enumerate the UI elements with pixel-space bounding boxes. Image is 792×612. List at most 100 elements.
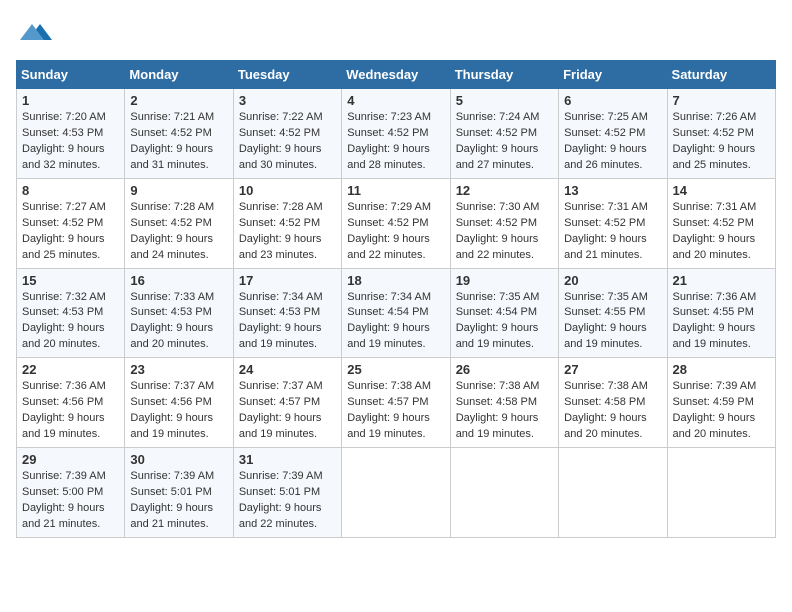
day-number: 26 <box>456 362 553 377</box>
day-cell-25: 25 Sunrise: 7:38 AM Sunset: 4:57 PM Dayli… <box>342 358 450 448</box>
day-cell-31: 31 Sunrise: 7:39 AM Sunset: 5:01 PM Dayli… <box>233 448 341 538</box>
day-number: 19 <box>456 273 553 288</box>
day-info: Sunrise: 7:39 AM Sunset: 5:01 PM Dayligh… <box>130 470 214 530</box>
empty-cell <box>667 448 775 538</box>
week-row-5: 29 Sunrise: 7:39 AM Sunset: 5:00 PM Dayli… <box>17 448 776 538</box>
empty-cell <box>342 448 450 538</box>
page-header <box>16 16 776 48</box>
day-info: Sunrise: 7:36 AM Sunset: 4:55 PM Dayligh… <box>673 291 757 351</box>
day-info: Sunrise: 7:29 AM Sunset: 4:52 PM Dayligh… <box>347 201 431 261</box>
day-info: Sunrise: 7:24 AM Sunset: 4:52 PM Dayligh… <box>456 111 540 171</box>
day-cell-19: 19 Sunrise: 7:35 AM Sunset: 4:54 PM Dayli… <box>450 268 558 358</box>
day-number: 3 <box>239 93 336 108</box>
calendar-header-row: SundayMondayTuesdayWednesdayThursdayFrid… <box>17 61 776 89</box>
col-header-sunday: Sunday <box>17 61 125 89</box>
day-number: 5 <box>456 93 553 108</box>
day-number: 12 <box>456 183 553 198</box>
day-info: Sunrise: 7:28 AM Sunset: 4:52 PM Dayligh… <box>239 201 323 261</box>
day-number: 13 <box>564 183 661 198</box>
day-info: Sunrise: 7:30 AM Sunset: 4:52 PM Dayligh… <box>456 201 540 261</box>
day-cell-26: 26 Sunrise: 7:38 AM Sunset: 4:58 PM Dayli… <box>450 358 558 448</box>
day-cell-13: 13 Sunrise: 7:31 AM Sunset: 4:52 PM Dayli… <box>559 178 667 268</box>
col-header-friday: Friday <box>559 61 667 89</box>
day-number: 24 <box>239 362 336 377</box>
day-number: 16 <box>130 273 227 288</box>
day-number: 31 <box>239 452 336 467</box>
col-header-thursday: Thursday <box>450 61 558 89</box>
day-info: Sunrise: 7:22 AM Sunset: 4:52 PM Dayligh… <box>239 111 323 171</box>
day-cell-12: 12 Sunrise: 7:30 AM Sunset: 4:52 PM Dayli… <box>450 178 558 268</box>
day-cell-20: 20 Sunrise: 7:35 AM Sunset: 4:55 PM Dayli… <box>559 268 667 358</box>
day-info: Sunrise: 7:32 AM Sunset: 4:53 PM Dayligh… <box>22 291 106 351</box>
day-info: Sunrise: 7:31 AM Sunset: 4:52 PM Dayligh… <box>673 201 757 261</box>
day-cell-1: 1 Sunrise: 7:20 AM Sunset: 4:53 PM Daylig… <box>17 89 125 179</box>
day-cell-5: 5 Sunrise: 7:24 AM Sunset: 4:52 PM Daylig… <box>450 89 558 179</box>
day-info: Sunrise: 7:38 AM Sunset: 4:58 PM Dayligh… <box>564 380 648 440</box>
day-cell-2: 2 Sunrise: 7:21 AM Sunset: 4:52 PM Daylig… <box>125 89 233 179</box>
day-cell-14: 14 Sunrise: 7:31 AM Sunset: 4:52 PM Dayli… <box>667 178 775 268</box>
day-cell-24: 24 Sunrise: 7:37 AM Sunset: 4:57 PM Dayli… <box>233 358 341 448</box>
day-cell-29: 29 Sunrise: 7:39 AM Sunset: 5:00 PM Dayli… <box>17 448 125 538</box>
day-number: 22 <box>22 362 119 377</box>
logo <box>16 16 52 48</box>
day-number: 20 <box>564 273 661 288</box>
day-number: 23 <box>130 362 227 377</box>
day-info: Sunrise: 7:20 AM Sunset: 4:53 PM Dayligh… <box>22 111 106 171</box>
day-number: 28 <box>673 362 770 377</box>
day-info: Sunrise: 7:37 AM Sunset: 4:57 PM Dayligh… <box>239 380 323 440</box>
day-number: 18 <box>347 273 444 288</box>
day-info: Sunrise: 7:27 AM Sunset: 4:52 PM Dayligh… <box>22 201 106 261</box>
day-info: Sunrise: 7:38 AM Sunset: 4:58 PM Dayligh… <box>456 380 540 440</box>
day-number: 2 <box>130 93 227 108</box>
day-info: Sunrise: 7:21 AM Sunset: 4:52 PM Dayligh… <box>130 111 214 171</box>
day-info: Sunrise: 7:39 AM Sunset: 5:00 PM Dayligh… <box>22 470 106 530</box>
day-cell-6: 6Sunrise: 7:25 AM Sunset: 4:52 PM Daylig… <box>559 89 667 179</box>
logo-icon <box>20 16 52 48</box>
calendar-table: SundayMondayTuesdayWednesdayThursdayFrid… <box>16 60 776 538</box>
day-info: Sunrise: 7:38 AM Sunset: 4:57 PM Dayligh… <box>347 380 431 440</box>
week-row-4: 22 Sunrise: 7:36 AM Sunset: 4:56 PM Dayli… <box>17 358 776 448</box>
day-cell-28: 28Sunrise: 7:39 AM Sunset: 4:59 PM Dayli… <box>667 358 775 448</box>
day-cell-3: 3 Sunrise: 7:22 AM Sunset: 4:52 PM Daylig… <box>233 89 341 179</box>
day-cell-27: 27 Sunrise: 7:38 AM Sunset: 4:58 PM Dayli… <box>559 358 667 448</box>
week-row-1: 1 Sunrise: 7:20 AM Sunset: 4:53 PM Daylig… <box>17 89 776 179</box>
day-info: Sunrise: 7:33 AM Sunset: 4:53 PM Dayligh… <box>130 291 214 351</box>
day-info: Sunrise: 7:26 AM Sunset: 4:52 PM Dayligh… <box>673 111 757 171</box>
day-number: 14 <box>673 183 770 198</box>
col-header-monday: Monday <box>125 61 233 89</box>
day-number: 29 <box>22 452 119 467</box>
col-header-saturday: Saturday <box>667 61 775 89</box>
day-number: 27 <box>564 362 661 377</box>
day-info: Sunrise: 7:31 AM Sunset: 4:52 PM Dayligh… <box>564 201 648 261</box>
day-cell-15: 15 Sunrise: 7:32 AM Sunset: 4:53 PM Dayli… <box>17 268 125 358</box>
day-info: Sunrise: 7:37 AM Sunset: 4:56 PM Dayligh… <box>130 380 214 440</box>
day-info: Sunrise: 7:35 AM Sunset: 4:54 PM Dayligh… <box>456 291 540 351</box>
day-number: 25 <box>347 362 444 377</box>
day-cell-17: 17Sunrise: 7:34 AM Sunset: 4:53 PM Dayli… <box>233 268 341 358</box>
week-row-3: 15 Sunrise: 7:32 AM Sunset: 4:53 PM Dayli… <box>17 268 776 358</box>
day-cell-22: 22 Sunrise: 7:36 AM Sunset: 4:56 PM Dayli… <box>17 358 125 448</box>
day-info: Sunrise: 7:28 AM Sunset: 4:52 PM Dayligh… <box>130 201 214 261</box>
day-number: 8 <box>22 183 119 198</box>
day-cell-16: 16 Sunrise: 7:33 AM Sunset: 4:53 PM Dayli… <box>125 268 233 358</box>
day-number: 7 <box>673 93 770 108</box>
day-cell-11: 11 Sunrise: 7:29 AM Sunset: 4:52 PM Dayli… <box>342 178 450 268</box>
day-number: 1 <box>22 93 119 108</box>
day-info: Sunrise: 7:36 AM Sunset: 4:56 PM Dayligh… <box>22 380 106 440</box>
empty-cell <box>559 448 667 538</box>
day-number: 21 <box>673 273 770 288</box>
day-cell-7: 7 Sunrise: 7:26 AM Sunset: 4:52 PM Daylig… <box>667 89 775 179</box>
day-cell-23: 23 Sunrise: 7:37 AM Sunset: 4:56 PM Dayli… <box>125 358 233 448</box>
day-number: 15 <box>22 273 119 288</box>
day-cell-21: 21 Sunrise: 7:36 AM Sunset: 4:55 PM Dayli… <box>667 268 775 358</box>
day-cell-8: 8 Sunrise: 7:27 AM Sunset: 4:52 PM Daylig… <box>17 178 125 268</box>
col-header-tuesday: Tuesday <box>233 61 341 89</box>
week-row-2: 8 Sunrise: 7:27 AM Sunset: 4:52 PM Daylig… <box>17 178 776 268</box>
day-info: Sunrise: 7:23 AM Sunset: 4:52 PM Dayligh… <box>347 111 431 171</box>
day-cell-30: 30Sunrise: 7:39 AM Sunset: 5:01 PM Dayli… <box>125 448 233 538</box>
day-info: Sunrise: 7:39 AM Sunset: 5:01 PM Dayligh… <box>239 470 323 530</box>
day-cell-18: 18Sunrise: 7:34 AM Sunset: 4:54 PM Dayli… <box>342 268 450 358</box>
day-info: Sunrise: 7:35 AM Sunset: 4:55 PM Dayligh… <box>564 291 648 351</box>
day-number: 11 <box>347 183 444 198</box>
day-cell-9: 9Sunrise: 7:28 AM Sunset: 4:52 PM Daylig… <box>125 178 233 268</box>
